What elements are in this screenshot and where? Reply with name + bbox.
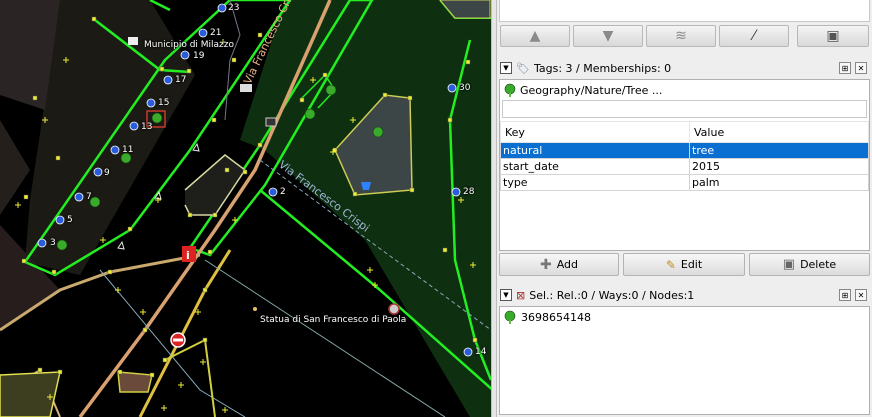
merge-icon[interactable]: ≋ bbox=[646, 25, 716, 47]
block-area-left bbox=[0, 120, 30, 215]
house-number: 15 bbox=[158, 98, 170, 108]
side-panel: ▲ ▼ ≋ ⁄ ▣ ▼ 🏷 Tags: 3 / Memberships: 0 ⊞… bbox=[497, 0, 872, 417]
edit-button[interactable]: ✎ Edit bbox=[623, 253, 745, 276]
preset-link[interactable]: Geography/Nature/Tree ... bbox=[502, 82, 662, 98]
tag-value-cell[interactable]: tree bbox=[689, 142, 869, 159]
detach-icon[interactable]: ⊞ bbox=[839, 62, 851, 74]
detach-icon[interactable]: ⊞ bbox=[839, 289, 851, 301]
car-icon bbox=[265, 117, 277, 127]
house-number: 23 bbox=[228, 3, 240, 13]
preset-fields-box bbox=[502, 100, 867, 118]
tag-key-cell[interactable]: type bbox=[500, 174, 690, 191]
selection-icon: ⊠ bbox=[516, 288, 526, 302]
node-id: 3698654148 bbox=[521, 310, 591, 324]
list-item[interactable]: 3698654148 bbox=[502, 309, 591, 325]
house-number: 2 bbox=[280, 187, 286, 197]
selection-panel-title: Sel.: Rel.:0 / Ways:0 / Nodes:1 bbox=[529, 288, 695, 302]
tags-panel-title: Tags: 3 / Memberships: 0 bbox=[533, 61, 672, 75]
member-toolbar: ▲ ▼ ≋ ⁄ ▣ bbox=[497, 24, 872, 50]
house-number: 7 bbox=[86, 192, 92, 202]
tag-value-cell[interactable]: palm bbox=[689, 174, 869, 191]
statue-icon[interactable] bbox=[253, 307, 257, 311]
house-number: 19 bbox=[193, 51, 205, 61]
column-header-value[interactable]: Value bbox=[689, 121, 869, 143]
preset-label: Geography/Nature/Tree ... bbox=[520, 83, 663, 97]
townhall-icon[interactable] bbox=[128, 37, 138, 45]
table-row[interactable]: natural tree bbox=[500, 142, 869, 159]
tag-key-cell[interactable]: start_date bbox=[500, 158, 690, 175]
poi-label-statua: Statua di San Francesco di Paola bbox=[260, 315, 407, 325]
map-view[interactable]: i Via Francesco Crispi Via Francesco Cri… bbox=[0, 0, 491, 417]
house-number: 3 bbox=[50, 238, 56, 248]
house-number: 21 bbox=[210, 28, 222, 38]
tag-key-cell[interactable]: natural bbox=[500, 142, 690, 159]
house-number: 11 bbox=[122, 145, 134, 155]
column-header-key[interactable]: Key bbox=[500, 121, 690, 143]
plus-icon: ✚ bbox=[539, 256, 552, 273]
map-canvas[interactable]: i Via Francesco Crispi Via Francesco Cri… bbox=[0, 0, 491, 417]
tags-table: Key Value natural tree start_date 2015 t… bbox=[500, 121, 869, 191]
relation-list-area bbox=[499, 0, 870, 22]
house-number: 14 bbox=[475, 347, 487, 357]
close-icon[interactable]: ✕ bbox=[855, 62, 867, 74]
tags-panel-header: ▼ 🏷 Tags: 3 / Memberships: 0 bbox=[497, 59, 872, 77]
delete-label: Delete bbox=[800, 258, 837, 271]
table-row[interactable]: start_date 2015 bbox=[500, 158, 869, 175]
house-number: 5 bbox=[67, 215, 73, 225]
house-number: 17 bbox=[175, 75, 187, 85]
edit-label: Edit bbox=[680, 258, 703, 271]
tag-icon: 🏷 bbox=[516, 61, 530, 75]
arrow-up-icon[interactable]: ▲ bbox=[500, 25, 570, 47]
house-number: 30 bbox=[459, 83, 471, 93]
add-label: Add bbox=[556, 258, 579, 271]
tag-value-cell[interactable]: 2015 bbox=[689, 158, 869, 175]
delete-button[interactable]: ▣ Delete bbox=[749, 253, 870, 276]
collapse-icon[interactable]: ▼ bbox=[500, 62, 512, 74]
close-icon[interactable]: ✕ bbox=[855, 289, 867, 301]
split-icon[interactable]: ⁄ bbox=[719, 25, 789, 47]
tree-icon bbox=[504, 83, 516, 97]
house-number: 28 bbox=[463, 187, 475, 197]
house-number: 13 bbox=[141, 122, 153, 132]
trash-icon: ▣ bbox=[782, 257, 796, 272]
tags-box: Geography/Nature/Tree ... Key Value natu… bbox=[499, 79, 870, 251]
arrow-down-icon[interactable]: ▼ bbox=[573, 25, 643, 47]
pencil-icon: ✎ bbox=[665, 257, 676, 272]
collapse-icon[interactable]: ▼ bbox=[500, 289, 512, 301]
svg-text:i: i bbox=[186, 249, 190, 262]
tag-buttons: ✚ Add ✎ Edit ▣ Delete bbox=[497, 252, 872, 278]
add-button[interactable]: ✚ Add bbox=[499, 253, 619, 276]
poi-label-municipio: Municipio di Milazzo bbox=[144, 40, 235, 50]
tree-icon bbox=[504, 310, 516, 324]
fountain-icon[interactable] bbox=[388, 303, 400, 315]
selection-list: 3698654148 bbox=[499, 306, 870, 415]
trash-icon[interactable]: ▣ bbox=[797, 25, 869, 47]
selection-panel-header: ▼ ⊠ Sel.: Rel.:0 / Ways:0 / Nodes:1 bbox=[497, 286, 872, 304]
table-row[interactable]: type palm bbox=[500, 174, 869, 191]
house-number: 9 bbox=[104, 168, 110, 178]
